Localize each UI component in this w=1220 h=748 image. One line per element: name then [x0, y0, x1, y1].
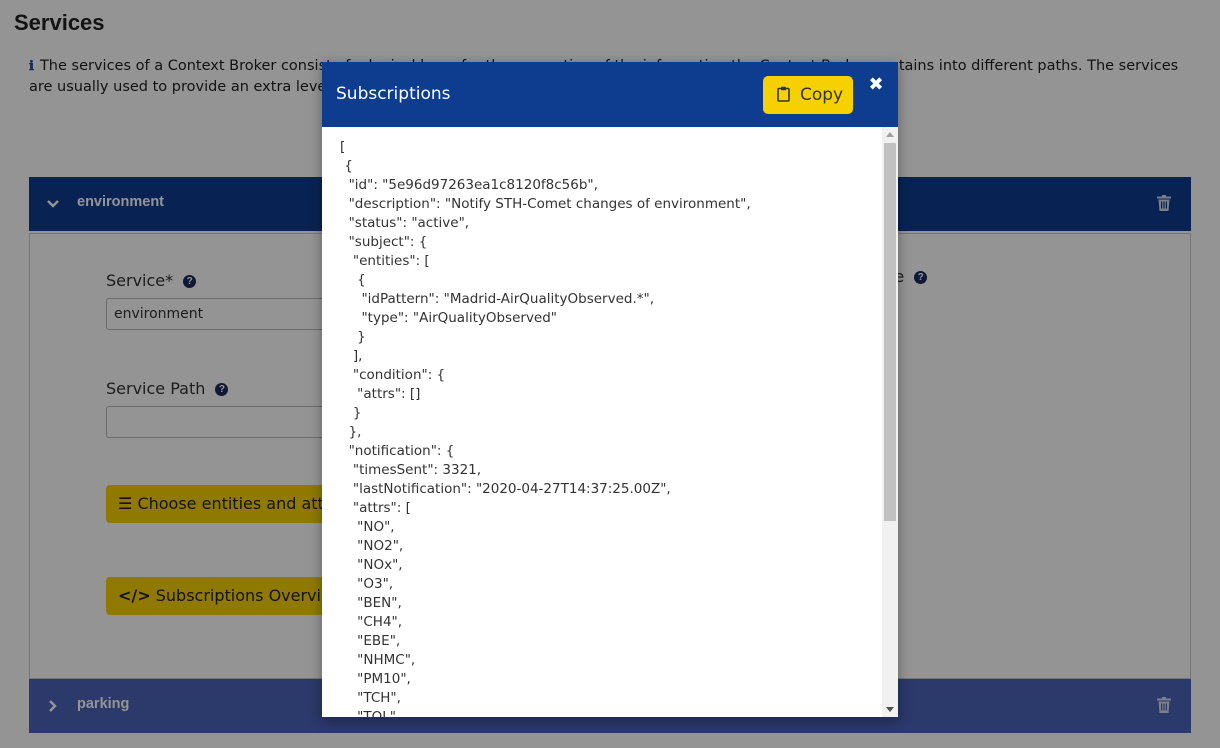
scroll-down-arrow-icon[interactable] — [886, 707, 894, 712]
scroll-up-arrow-icon[interactable] — [886, 132, 894, 137]
scrollbar[interactable] — [882, 127, 898, 717]
clipboard-icon — [777, 86, 790, 102]
json-content: [ { "id": "5e96d97263ea1c8120f8c56b", "d… — [340, 139, 751, 717]
subscriptions-json-viewer[interactable]: [ { "id": "5e96d97263ea1c8120f8c56b", "d… — [322, 127, 882, 717]
scrollbar-thumb[interactable] — [884, 143, 896, 521]
close-icon[interactable]: ✖ — [868, 76, 884, 94]
modal-header: Subscriptions Copy ✖ — [322, 62, 898, 127]
subscriptions-modal: Subscriptions Copy ✖ [ { "id": "5e96d972… — [322, 62, 898, 717]
copy-button[interactable]: Copy — [763, 76, 853, 114]
modal-title: Subscriptions — [336, 84, 451, 104]
